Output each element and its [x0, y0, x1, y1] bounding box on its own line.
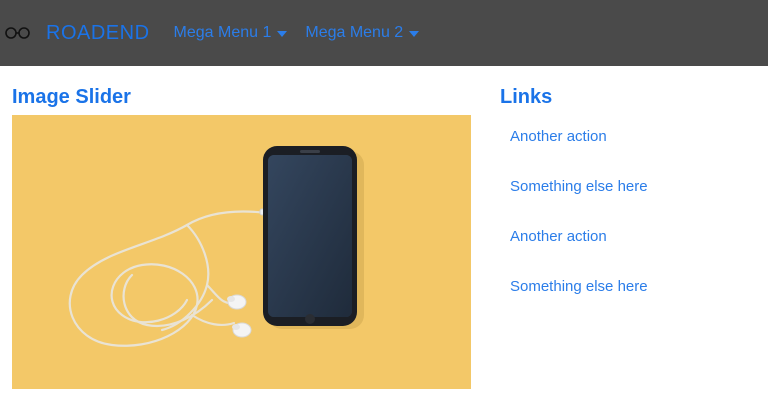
mega-menu-1-label: Mega Menu 1 — [173, 24, 272, 41]
caret-down-icon — [409, 30, 420, 37]
link-something-else[interactable]: Something else here — [500, 177, 648, 197]
links-title: Links — [500, 86, 553, 108]
link-another-action[interactable]: Another action — [500, 127, 648, 147]
mega-menu-2-label: Mega Menu 2 — [305, 24, 404, 41]
top-navbar: ROADEND Mega Menu 1 Mega Menu 2 — [0, 0, 768, 66]
phone-with-earphones-image — [12, 115, 471, 389]
list-item: Another action — [500, 127, 648, 147]
links-section: Links Another action Something else here… — [472, 66, 648, 389]
main-content: Image Slider Links Another action Someth… — [0, 66, 768, 389]
caret-down-icon — [277, 30, 288, 37]
mega-menu-2-dropdown[interactable]: Mega Menu 2 — [305, 24, 420, 42]
mega-menu-1-dropdown[interactable]: Mega Menu 1 — [174, 24, 288, 42]
list-item: Something else here — [500, 177, 648, 197]
glasses-icon[interactable] — [4, 26, 32, 40]
link-another-action[interactable]: Another action — [500, 227, 648, 247]
image-slider-title: Image Slider — [12, 86, 131, 108]
list-item: Another action — [500, 227, 648, 247]
image-slider[interactable] — [12, 115, 471, 389]
brand-link[interactable]: ROADEND — [46, 22, 150, 45]
image-slider-section: Image Slider — [0, 66, 472, 389]
link-something-else[interactable]: Something else here — [500, 277, 648, 297]
list-item: Something else here — [500, 277, 648, 297]
links-list: Another action Something else here Anoth… — [500, 127, 648, 297]
